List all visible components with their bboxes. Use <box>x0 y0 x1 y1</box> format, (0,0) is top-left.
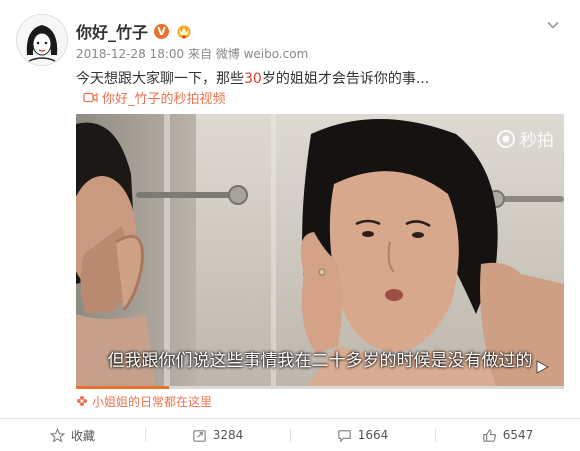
avatar[interactable] <box>16 14 68 66</box>
action-bar: 收藏 3284 1664 6547 <box>0 419 580 451</box>
flower-icon <box>77 396 87 406</box>
miaopai-logo: 秒拍 <box>496 126 554 151</box>
username-row: 你好_竹子 V <box>76 20 193 42</box>
favorite-label: 收藏 <box>70 428 95 443</box>
video-camera-icon <box>83 92 98 102</box>
video-link-label: 你好_竹子的秒拍视频 <box>102 91 226 107</box>
play-icon[interactable] <box>534 359 550 375</box>
video-progress-fill <box>76 386 169 389</box>
video-progress-bar[interactable] <box>76 386 564 389</box>
comment-icon <box>338 429 351 442</box>
post-text-part: 岁的姐姐才会告诉你的事... <box>261 71 430 87</box>
video-subtitle: 但我跟你们说这些事情我在二十多岁的时候是没有做过的 <box>107 351 533 371</box>
like-icon <box>483 428 496 442</box>
chevron-down-icon[interactable] <box>546 18 560 32</box>
like-button[interactable]: 6547 <box>435 419 580 451</box>
weibo-post-card: 你好_竹子 V 2018-12-28 18:00 来自 微博 weibo.com… <box>0 0 580 451</box>
username[interactable]: 你好_竹子 <box>76 19 148 43</box>
star-icon <box>49 427 65 443</box>
topic-link[interactable]: 小姐姐的日常都在这里 <box>76 392 212 410</box>
post-text-highlight: 30 <box>244 71 262 87</box>
miaopai-logo-text: 秒拍 <box>520 131 554 151</box>
repost-button[interactable]: 3284 <box>145 419 290 451</box>
topic-label: 小姐姐的日常都在这里 <box>92 394 213 409</box>
post-meta: 2018-12-28 18:00 来自 微博 weibo.com <box>76 47 309 61</box>
crown-icon <box>177 25 191 39</box>
repost-count: 3284 <box>212 428 244 442</box>
vip-badge-icon: V <box>154 23 170 39</box>
favorite-button[interactable]: 收藏 <box>0 419 145 451</box>
comment-button[interactable]: 1664 <box>290 419 435 451</box>
like-count: 6547 <box>502 428 534 442</box>
miaopai-logo-icon <box>497 129 515 148</box>
comment-count: 1664 <box>357 428 389 442</box>
video-link[interactable]: 你好_竹子的秒拍视频 <box>83 88 226 107</box>
video-player[interactable]: 秒拍 但我跟你们说这些事情我在二十多岁的时候是没有做过的 <box>76 114 564 386</box>
post-text-part: 今天想跟大家聊一下，那些 <box>76 71 244 87</box>
post-text: 今天想跟大家聊一下，那些30岁的姐姐才会告诉你的事... <box>76 68 429 88</box>
repost-icon <box>193 429 206 442</box>
